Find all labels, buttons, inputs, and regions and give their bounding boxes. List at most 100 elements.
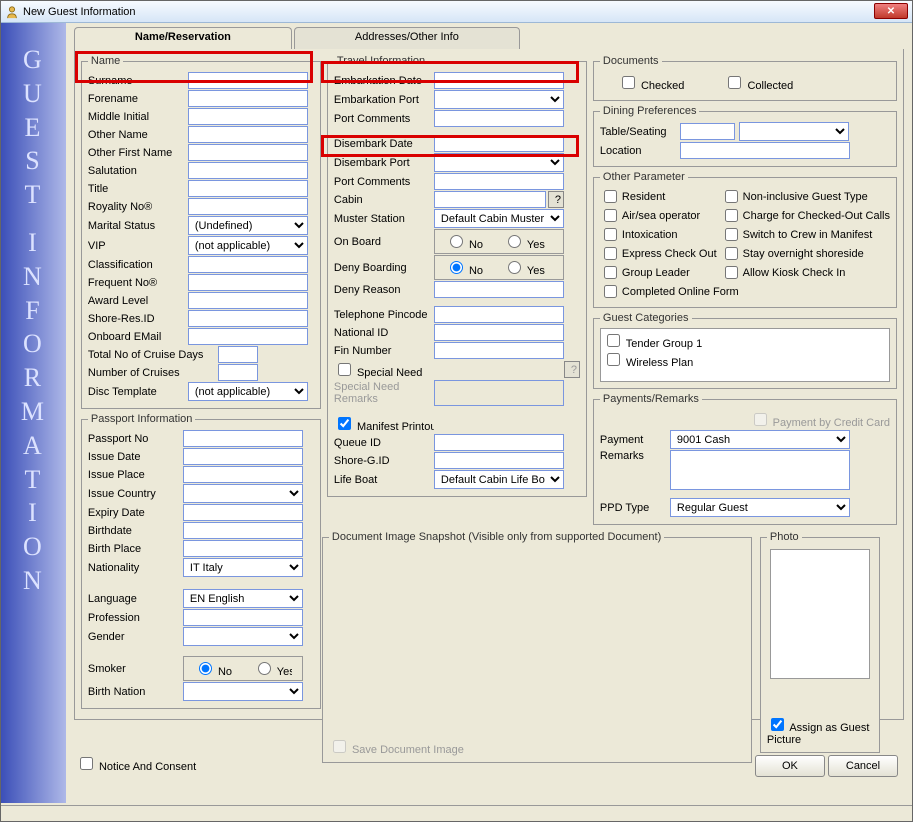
- onboard-yes-radio[interactable]: [508, 235, 521, 248]
- port-comments1-input[interactable]: [434, 110, 564, 127]
- royality-input[interactable]: [188, 198, 308, 215]
- air-sea-check[interactable]: Air/sea operator: [600, 206, 717, 225]
- disembark-date-input[interactable]: [434, 135, 564, 152]
- birthdate-input[interactable]: [183, 522, 303, 539]
- completed-online-check[interactable]: Completed Online Form: [600, 282, 890, 301]
- vip-select[interactable]: (not applicable): [188, 236, 308, 255]
- queue-id-input[interactable]: [434, 434, 564, 451]
- embark-port-select[interactable]: [434, 90, 564, 109]
- national-id-input[interactable]: [434, 324, 564, 341]
- disembark-port-select[interactable]: [434, 153, 564, 172]
- checked-check[interactable]: Checked: [618, 73, 684, 92]
- photo-area[interactable]: [770, 549, 870, 679]
- stay-overnight-check[interactable]: Stay overnight shoreside: [721, 244, 890, 263]
- vip-label: VIP: [88, 240, 188, 252]
- tab-name-reservation[interactable]: Name/Reservation: [74, 27, 292, 49]
- deny-yes-radio[interactable]: [508, 261, 521, 274]
- resident-check[interactable]: Resident: [600, 187, 717, 206]
- cancel-button[interactable]: Cancel: [828, 755, 898, 777]
- nationality-select[interactable]: IT Italy: [183, 558, 303, 577]
- passport-no-input[interactable]: [183, 430, 303, 447]
- special-need-checkbox[interactable]: [338, 363, 351, 376]
- ppd-type-select[interactable]: Regular Guest: [670, 498, 850, 517]
- wireless-check[interactable]: Wireless Plan: [603, 350, 887, 369]
- allow-kiosk-check[interactable]: Allow Kiosk Check In: [721, 263, 890, 282]
- group-leader-check[interactable]: Group Leader: [600, 263, 717, 282]
- embark-date-input[interactable]: [434, 72, 564, 89]
- intoxication-check[interactable]: Intoxication: [600, 225, 717, 244]
- switch-crew-check[interactable]: Switch to Crew in Manifest: [721, 225, 890, 244]
- table-input[interactable]: [680, 123, 735, 140]
- frequent-no-input[interactable]: [188, 274, 308, 291]
- profession-input[interactable]: [183, 609, 303, 626]
- cabin-help-button[interactable]: ?: [548, 191, 564, 208]
- language-select[interactable]: EN English: [183, 589, 303, 608]
- issue-country-select[interactable]: [183, 484, 303, 503]
- notice-checkbox[interactable]: [80, 757, 93, 770]
- collected-checkbox[interactable]: [728, 76, 741, 89]
- middle-initial-input[interactable]: [188, 108, 308, 125]
- remarks-input[interactable]: [670, 450, 850, 490]
- tab-addresses-other[interactable]: Addresses/Other Info: [294, 27, 520, 49]
- collected-check[interactable]: Collected: [724, 73, 793, 92]
- location-input[interactable]: [680, 142, 850, 159]
- deny-no[interactable]: No: [445, 258, 483, 277]
- assign-picture-check[interactable]: Assign as Guest Picture: [767, 722, 870, 746]
- smoker-no[interactable]: No: [194, 659, 233, 678]
- classification-input[interactable]: [188, 256, 308, 273]
- marital-status-select[interactable]: (Undefined): [188, 216, 308, 235]
- expiry-date-input[interactable]: [183, 504, 303, 521]
- fin-number-input[interactable]: [434, 342, 564, 359]
- ppd-type-label: PPD Type: [600, 502, 670, 514]
- charge-checkout-check[interactable]: Charge for Checked-Out Calls: [721, 206, 890, 225]
- gender-select[interactable]: [183, 627, 303, 646]
- total-cruise-days-input[interactable]: [218, 346, 258, 363]
- onboard-no[interactable]: No: [445, 232, 483, 251]
- number-cruises-input[interactable]: [218, 364, 258, 381]
- surname-input[interactable]: [188, 72, 308, 89]
- muster-station-select[interactable]: Default Cabin Muster Station: [434, 209, 564, 228]
- smoker-no-radio[interactable]: [199, 662, 212, 675]
- close-button[interactable]: ✕: [874, 3, 908, 19]
- other-name-input[interactable]: [188, 126, 308, 143]
- onboard-yes[interactable]: Yes: [503, 232, 545, 251]
- manifest-checkbox[interactable]: [338, 417, 351, 430]
- title-input[interactable]: [188, 180, 308, 197]
- manifest-check[interactable]: Manifest Printout: [334, 414, 434, 433]
- birth-place-input[interactable]: [183, 540, 303, 557]
- telephone-pin-input[interactable]: [434, 306, 564, 323]
- life-boat-select[interactable]: Default Cabin Life Boat: [434, 470, 564, 489]
- assign-picture-checkbox[interactable]: [771, 718, 784, 731]
- onboard-no-radio[interactable]: [450, 235, 463, 248]
- express-checkout-check[interactable]: Express Check Out: [600, 244, 717, 263]
- special-need-check[interactable]: Special Need: [334, 360, 434, 379]
- special-need-help-button[interactable]: ?: [564, 361, 580, 378]
- ok-button[interactable]: OK: [755, 755, 825, 777]
- birth-nation-select[interactable]: [183, 682, 303, 701]
- shore-g-id-input[interactable]: [434, 452, 564, 469]
- issue-place-input[interactable]: [183, 466, 303, 483]
- cabin-input[interactable]: [434, 191, 546, 208]
- tender-check[interactable]: Tender Group 1: [603, 331, 887, 350]
- notice-check[interactable]: Notice And Consent: [76, 761, 196, 773]
- disc-template-select[interactable]: (not applicable): [188, 382, 308, 401]
- salutation-input[interactable]: [188, 162, 308, 179]
- seating-select[interactable]: [739, 122, 849, 141]
- dining-fieldset: Dining Preferences Table/Seating Locatio…: [593, 105, 897, 167]
- port-comments2-input[interactable]: [434, 173, 564, 190]
- smoker-yes-radio[interactable]: [258, 662, 271, 675]
- issue-date-input[interactable]: [183, 448, 303, 465]
- non-inclusive-check[interactable]: Non-inclusive Guest Type: [721, 187, 890, 206]
- guest-cat-list[interactable]: Tender Group 1 Wireless Plan: [600, 328, 890, 382]
- other-first-name-input[interactable]: [188, 144, 308, 161]
- onboard-email-input[interactable]: [188, 328, 308, 345]
- smoker-yes[interactable]: Yes: [253, 659, 292, 678]
- deny-yes[interactable]: Yes: [503, 258, 545, 277]
- shore-res-id-input[interactable]: [188, 310, 308, 327]
- forename-input[interactable]: [188, 90, 308, 107]
- deny-reason-input[interactable]: [434, 281, 564, 298]
- deny-no-radio[interactable]: [450, 261, 463, 274]
- award-level-input[interactable]: [188, 292, 308, 309]
- checked-checkbox[interactable]: [622, 76, 635, 89]
- payment-select[interactable]: 9001 Cash: [670, 430, 850, 449]
